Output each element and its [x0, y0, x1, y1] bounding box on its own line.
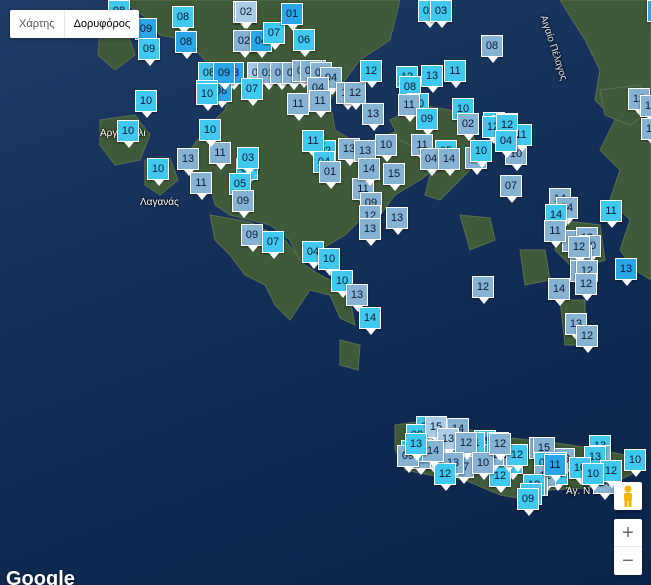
- station-marker[interactable]: 06: [293, 29, 315, 57]
- station-marker[interactable]: 08: [481, 35, 503, 63]
- station-marker[interactable]: 08: [175, 31, 197, 59]
- station-marker[interactable]: 09: [416, 108, 438, 136]
- andros: [459, 214, 496, 251]
- station-marker[interactable]: 07: [241, 78, 263, 106]
- pegman-icon: [624, 485, 632, 507]
- station-marker[interactable]: 10: [624, 449, 646, 477]
- station-marker[interactable]: 13: [405, 433, 427, 461]
- station-marker[interactable]: 11: [444, 60, 466, 88]
- station-marker[interactable]: 08: [172, 6, 194, 34]
- naxos: [519, 249, 551, 286]
- station-marker[interactable]: 14: [358, 158, 380, 186]
- map-canvas[interactable]: Αιγαίο Πέλαγος Αργοστόλι Λαγανάς Άγ. Ν 0…: [0, 0, 651, 585]
- station-marker[interactable]: 04: [495, 130, 517, 158]
- station-marker[interactable]: 11: [600, 200, 622, 228]
- station-marker[interactable]: 12: [489, 433, 511, 461]
- station-marker[interactable]: 13: [615, 258, 637, 286]
- station-marker[interactable]: 03: [237, 147, 259, 175]
- station-marker[interactable]: 10: [318, 248, 340, 276]
- station-marker[interactable]: 09: [138, 38, 160, 66]
- station-marker[interactable]: 14: [647, 0, 651, 22]
- station-marker[interactable]: 09: [232, 190, 254, 218]
- station-marker[interactable]: 14: [438, 148, 460, 176]
- station-marker[interactable]: 10: [375, 134, 397, 162]
- station-marker[interactable]: 13: [386, 207, 408, 235]
- station-marker[interactable]: 11: [302, 130, 324, 158]
- station-marker[interactable]: 13: [177, 148, 199, 176]
- zoom-in-button[interactable]: +: [614, 519, 642, 547]
- station-marker[interactable]: 14: [548, 278, 570, 306]
- kythira: [339, 339, 361, 371]
- station-marker[interactable]: 11: [287, 93, 309, 121]
- station-marker[interactable]: 02: [235, 1, 257, 29]
- station-marker[interactable]: 09: [517, 488, 539, 516]
- station-marker[interactable]: 10: [582, 463, 604, 491]
- place-label-agios-nikolaos: Άγ. Ν: [566, 486, 591, 497]
- station-marker[interactable]: 12: [344, 82, 366, 110]
- station-marker[interactable]: 12: [360, 60, 382, 88]
- station-marker[interactable]: 11: [309, 90, 331, 118]
- google-logo: Google: [6, 568, 75, 585]
- zoom-out-button[interactable]: −: [614, 547, 642, 575]
- station-marker[interactable]: 12: [455, 432, 477, 460]
- station-marker[interactable]: 07: [262, 231, 284, 259]
- station-marker[interactable]: 11: [544, 220, 566, 248]
- station-marker[interactable]: 10: [472, 452, 494, 480]
- station-marker[interactable]: 13: [362, 103, 384, 131]
- station-marker[interactable]: 10: [117, 120, 139, 148]
- station-marker[interactable]: 12: [575, 273, 597, 301]
- station-marker[interactable]: 13: [421, 65, 443, 93]
- station-marker[interactable]: 15: [383, 163, 405, 191]
- station-marker[interactable]: 03: [430, 0, 452, 28]
- station-marker[interactable]: 10: [196, 83, 218, 111]
- station-marker[interactable]: 07: [500, 175, 522, 203]
- street-view-pegman-button[interactable]: [614, 482, 642, 510]
- station-marker[interactable]: 10: [199, 119, 221, 147]
- station-marker[interactable]: 02: [457, 113, 479, 141]
- station-marker[interactable]: 13: [640, 95, 651, 123]
- station-marker[interactable]: 13: [359, 218, 381, 246]
- station-marker[interactable]: 12: [576, 325, 598, 353]
- station-marker[interactable]: 11: [544, 454, 566, 482]
- station-marker[interactable]: 10: [135, 90, 157, 118]
- station-marker[interactable]: 09: [241, 224, 263, 252]
- station-marker[interactable]: 10: [147, 158, 169, 186]
- station-marker[interactable]: 01: [281, 3, 303, 31]
- station-marker[interactable]: 14: [641, 118, 651, 146]
- zoom-control: + −: [614, 519, 642, 575]
- station-marker[interactable]: 14: [359, 307, 381, 335]
- station-marker[interactable]: 12: [568, 236, 590, 264]
- satellite-tab-button[interactable]: Δορυφόρος: [65, 10, 140, 38]
- map-type-control: Χάρτης Δορυφόρος: [10, 10, 140, 38]
- place-label-lagana: Λαγανάς: [140, 197, 179, 208]
- station-marker[interactable]: 12: [472, 276, 494, 304]
- station-marker[interactable]: 13: [346, 284, 368, 312]
- station-marker[interactable]: 07: [263, 22, 285, 50]
- station-marker[interactable]: 01: [319, 161, 341, 189]
- map-tab-button[interactable]: Χάρτης: [10, 10, 65, 38]
